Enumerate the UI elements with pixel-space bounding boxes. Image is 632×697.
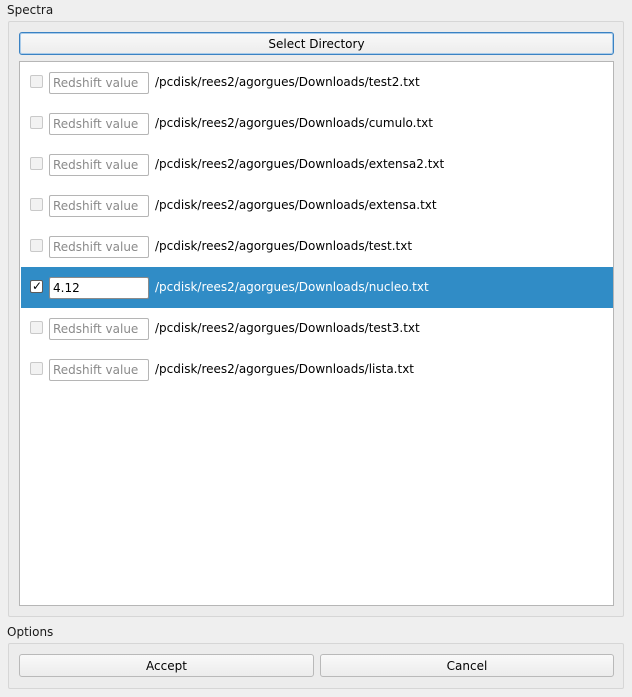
file-checkbox[interactable]: ✓ <box>30 279 43 293</box>
redshift-input[interactable] <box>49 154 149 176</box>
file-checkbox[interactable] <box>30 362 43 375</box>
file-row[interactable]: /pcdisk/rees2/agorgues/Downloads/lista.t… <box>21 349 613 390</box>
redshift-input[interactable] <box>49 277 149 299</box>
file-row[interactable]: /pcdisk/rees2/agorgues/Downloads/extensa… <box>21 144 613 185</box>
file-row[interactable]: ✓ /pcdisk/rees2/agorgues/Downloads/nucleo… <box>21 267 613 308</box>
select-directory-button[interactable]: Select Directory <box>19 32 614 55</box>
spectra-group-title: Spectra <box>7 3 54 17</box>
file-path-label: /pcdisk/rees2/agorgues/Downloads/nucleo.… <box>155 280 429 294</box>
file-checkbox[interactable] <box>30 116 43 129</box>
file-checkbox[interactable] <box>30 239 43 252</box>
redshift-input[interactable] <box>49 318 149 340</box>
file-row[interactable]: /pcdisk/rees2/agorgues/Downloads/test.tx… <box>21 226 613 267</box>
redshift-input[interactable] <box>49 236 149 258</box>
file-path-label: /pcdisk/rees2/agorgues/Downloads/test2.t… <box>155 75 420 89</box>
file-path-label: /pcdisk/rees2/agorgues/Downloads/extensa… <box>155 157 445 171</box>
options-group-title: Options <box>7 625 54 639</box>
file-row[interactable]: /pcdisk/rees2/agorgues/Downloads/test3.t… <box>21 308 613 349</box>
file-checkbox[interactable] <box>30 198 43 211</box>
file-row[interactable]: /pcdisk/rees2/agorgues/Downloads/test2.t… <box>21 62 613 103</box>
file-checkbox[interactable] <box>30 75 43 88</box>
redshift-input[interactable] <box>49 195 149 217</box>
file-path-label: /pcdisk/rees2/agorgues/Downloads/cumulo.… <box>155 116 433 130</box>
redshift-input[interactable] <box>49 113 149 135</box>
file-checkbox[interactable] <box>30 321 43 334</box>
file-row[interactable]: /pcdisk/rees2/agorgues/Downloads/extensa… <box>21 185 613 226</box>
file-path-label: /pcdisk/rees2/agorgues/Downloads/test.tx… <box>155 239 413 253</box>
spectra-file-list[interactable]: /pcdisk/rees2/agorgues/Downloads/test2.t… <box>19 61 614 606</box>
cancel-button[interactable]: Cancel <box>320 654 614 677</box>
redshift-input[interactable] <box>49 72 149 94</box>
file-row[interactable]: /pcdisk/rees2/agorgues/Downloads/cumulo.… <box>21 103 613 144</box>
file-path-label: /pcdisk/rees2/agorgues/Downloads/extensa… <box>155 198 437 212</box>
redshift-input[interactable] <box>49 359 149 381</box>
file-checkbox[interactable] <box>30 157 43 170</box>
checkmark-icon: ✓ <box>32 279 43 293</box>
file-path-label: /pcdisk/rees2/agorgues/Downloads/test3.t… <box>155 321 420 335</box>
spectra-dialog: Spectra Select Directory /pcdisk/rees2/a… <box>0 0 632 697</box>
file-path-label: /pcdisk/rees2/agorgues/Downloads/lista.t… <box>155 362 415 376</box>
accept-button[interactable]: Accept <box>19 654 314 677</box>
